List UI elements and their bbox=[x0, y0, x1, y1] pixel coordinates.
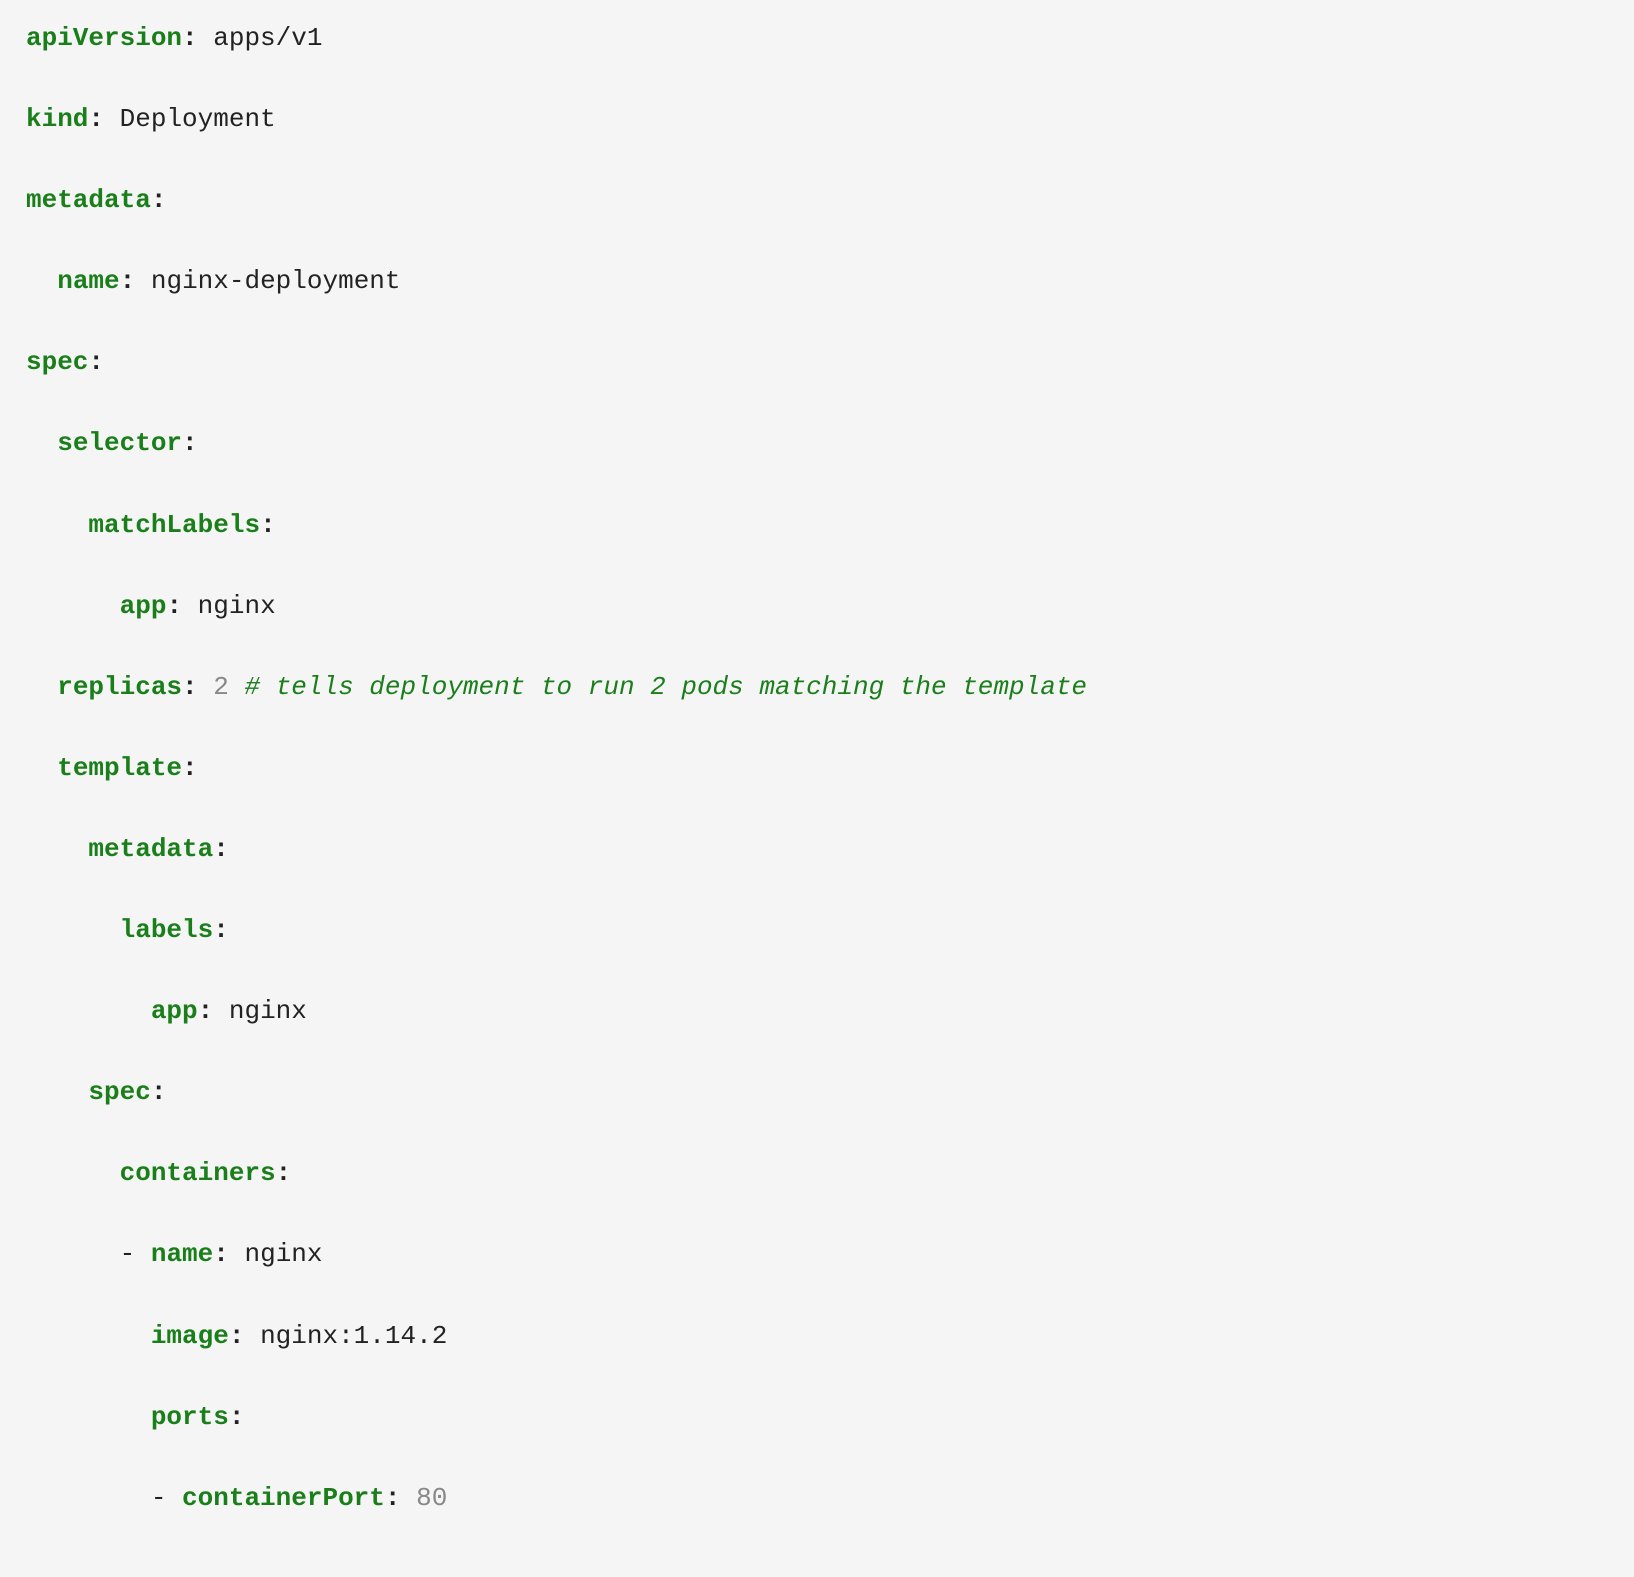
yaml-key-name: name bbox=[151, 1239, 213, 1269]
yaml-key-labels: labels bbox=[120, 915, 214, 945]
yaml-code-block: apiVersion: apps/v1 kind: Deployment met… bbox=[0, 0, 1634, 1577]
yaml-value-number: 80 bbox=[416, 1483, 447, 1513]
yaml-key-spec: spec bbox=[88, 1077, 150, 1107]
yaml-value: nginx-deployment bbox=[151, 266, 401, 296]
code-line: containers: bbox=[26, 1153, 1608, 1194]
yaml-key-app: app bbox=[120, 591, 167, 621]
yaml-key-selector: selector bbox=[57, 428, 182, 458]
code-line: labels: bbox=[26, 910, 1608, 951]
yaml-key-apiVersion: apiVersion bbox=[26, 23, 182, 53]
yaml-key-spec: spec bbox=[26, 347, 88, 377]
code-line: spec: bbox=[26, 1072, 1608, 1113]
yaml-comment: # tells deployment to run 2 pods matchin… bbox=[244, 672, 1087, 702]
code-line: spec: bbox=[26, 342, 1608, 383]
yaml-value: nginx:1.14.2 bbox=[260, 1321, 447, 1351]
code-line: metadata: bbox=[26, 829, 1608, 870]
code-line: template: bbox=[26, 748, 1608, 789]
yaml-value: Deployment bbox=[120, 104, 276, 134]
code-line: app: nginx bbox=[26, 586, 1608, 627]
yaml-key-kind: kind bbox=[26, 104, 88, 134]
yaml-key-metadata: metadata bbox=[26, 185, 151, 215]
code-line: app: nginx bbox=[26, 991, 1608, 1032]
yaml-key-template: template bbox=[57, 753, 182, 783]
code-line: kind: Deployment bbox=[26, 99, 1608, 140]
yaml-key-ports: ports bbox=[151, 1402, 229, 1432]
yaml-key-metadata: metadata bbox=[88, 834, 213, 864]
yaml-dash: - bbox=[120, 1239, 136, 1269]
code-line: image: nginx:1.14.2 bbox=[26, 1316, 1608, 1357]
code-line: matchLabels: bbox=[26, 505, 1608, 546]
yaml-value: nginx bbox=[244, 1239, 322, 1269]
yaml-key-app: app bbox=[151, 996, 198, 1026]
code-line: - name: nginx bbox=[26, 1234, 1608, 1275]
code-line: ports: bbox=[26, 1397, 1608, 1438]
code-line: metadata: bbox=[26, 180, 1608, 221]
yaml-key-replicas: replicas bbox=[57, 672, 182, 702]
yaml-value: apps/v1 bbox=[213, 23, 322, 53]
yaml-key-matchLabels: matchLabels bbox=[88, 510, 260, 540]
code-line: - containerPort: 80 bbox=[26, 1478, 1608, 1519]
yaml-key-containerPort: containerPort bbox=[182, 1483, 385, 1513]
yaml-dash: - bbox=[151, 1483, 167, 1513]
yaml-value: nginx bbox=[198, 591, 276, 621]
yaml-value-number: 2 bbox=[213, 672, 229, 702]
yaml-value: nginx bbox=[229, 996, 307, 1026]
code-line: replicas: 2 # tells deployment to run 2 … bbox=[26, 667, 1608, 708]
code-line: apiVersion: apps/v1 bbox=[26, 18, 1608, 59]
code-line: name: nginx-deployment bbox=[26, 261, 1608, 302]
yaml-key-containers: containers bbox=[120, 1158, 276, 1188]
code-line: selector: bbox=[26, 423, 1608, 464]
yaml-key-name: name bbox=[57, 266, 119, 296]
yaml-key-image: image bbox=[151, 1321, 229, 1351]
